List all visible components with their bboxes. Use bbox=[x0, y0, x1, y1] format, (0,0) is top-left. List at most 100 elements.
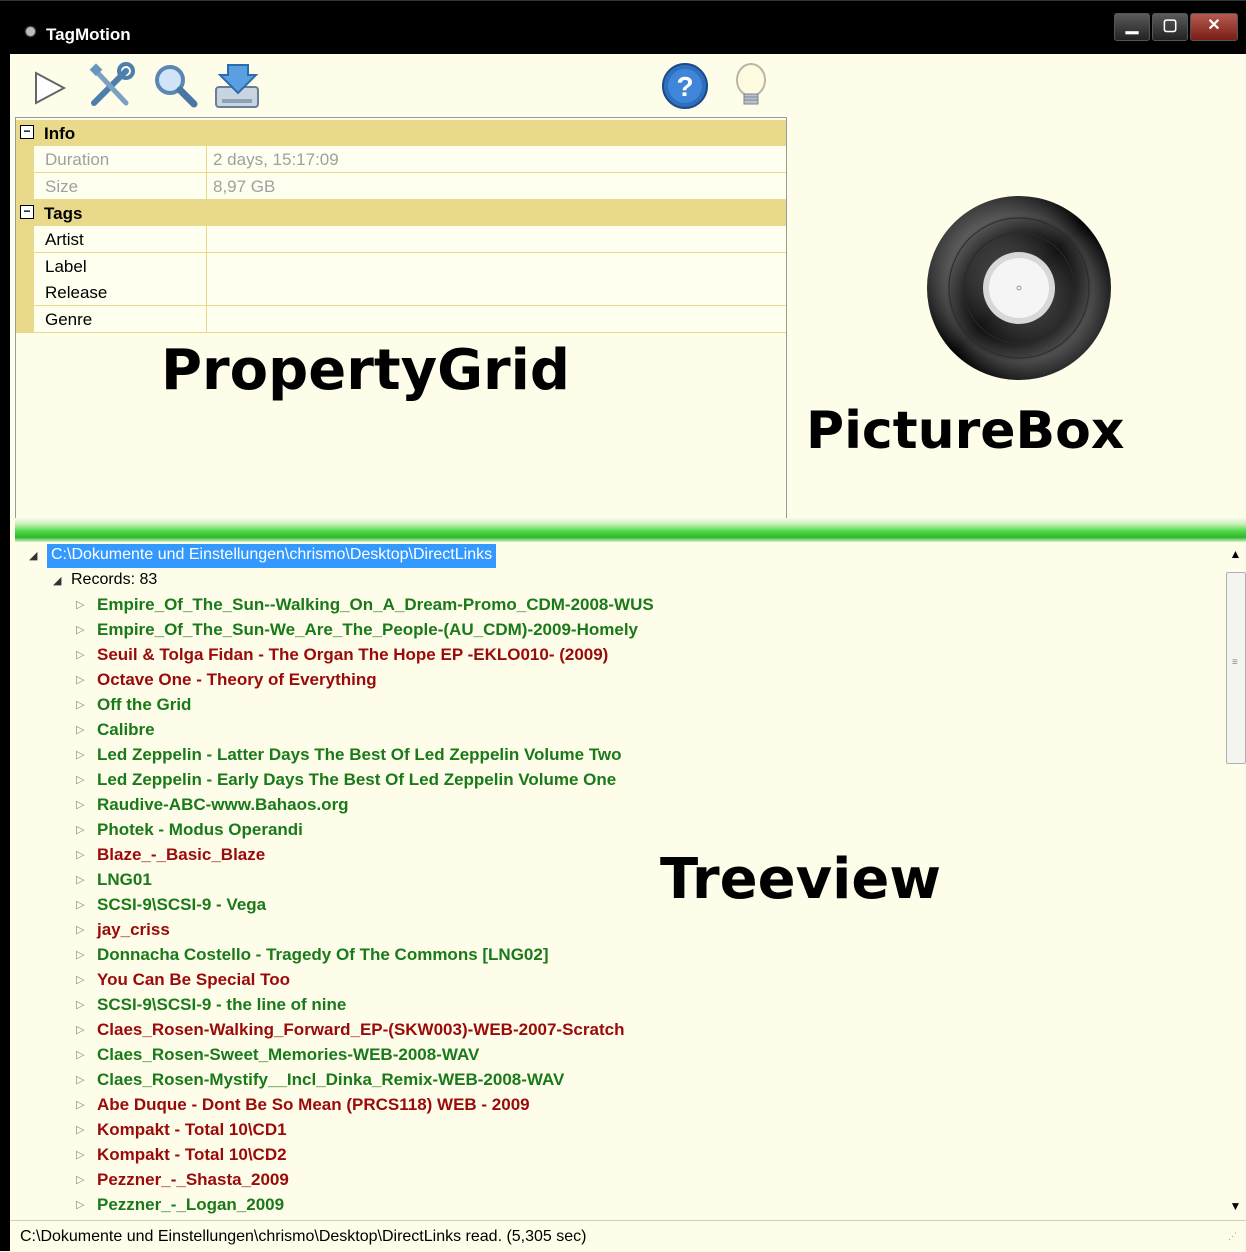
scroll-thumb[interactable]: ≡ bbox=[1226, 572, 1246, 764]
expand-arrow-icon[interactable]: ▷ bbox=[76, 1044, 84, 1066]
expand-arrow-icon[interactable]: ▷ bbox=[76, 969, 84, 991]
tree-item[interactable]: Empire_Of_The_Sun-We_Are_The_People-(AU_… bbox=[97, 619, 638, 641]
category-info[interactable]: − Info bbox=[16, 120, 786, 146]
property-row-label[interactable]: Label bbox=[16, 253, 786, 280]
expand-arrow-icon[interactable]: ▷ bbox=[76, 919, 84, 941]
expand-arrow-icon[interactable]: ▷ bbox=[76, 794, 84, 816]
settings-button[interactable] bbox=[86, 59, 136, 111]
expand-arrow-icon[interactable]: ▷ bbox=[76, 1194, 84, 1216]
tree-item[interactable]: Abe Duque - Dont Be So Mean (PRCS118) WE… bbox=[97, 1094, 530, 1116]
tree-item[interactable]: Donnacha Costello - Tragedy Of The Commo… bbox=[97, 944, 549, 966]
tree-item[interactable]: LNG01 bbox=[97, 869, 152, 891]
tree-item[interactable]: jay_criss bbox=[97, 919, 170, 941]
tree-item[interactable]: Raudive-ABC-www.Bahaos.org bbox=[97, 794, 349, 816]
collapse-arrow-icon[interactable]: ◢ bbox=[29, 549, 37, 562]
expand-arrow-icon[interactable]: ▷ bbox=[76, 619, 84, 641]
collapse-icon[interactable]: − bbox=[20, 205, 34, 219]
property-name: Size bbox=[45, 177, 79, 196]
play-button[interactable] bbox=[24, 59, 74, 111]
row-gutter bbox=[16, 306, 34, 332]
property-row-artist[interactable]: Artist bbox=[16, 226, 786, 253]
vinyl-record-image bbox=[927, 196, 1111, 380]
search-button[interactable] bbox=[150, 59, 200, 111]
expand-arrow-icon[interactable]: ▷ bbox=[76, 694, 84, 716]
expand-arrow-icon[interactable]: ▷ bbox=[76, 994, 84, 1016]
search-icon bbox=[155, 65, 198, 108]
tips-button[interactable] bbox=[726, 59, 776, 111]
row-gutter bbox=[16, 173, 34, 199]
tree-item[interactable]: SCSI-9\SCSI-9 - Vega bbox=[97, 894, 266, 916]
expand-arrow-icon[interactable]: ▷ bbox=[76, 644, 84, 666]
minimize-button[interactable]: ▁ bbox=[1114, 13, 1150, 41]
import-icon bbox=[215, 64, 259, 108]
property-row-genre[interactable]: Genre bbox=[16, 306, 786, 333]
tree-item[interactable]: Pezzner_-_Shasta_2009 bbox=[97, 1169, 289, 1191]
collapse-arrow-icon[interactable]: ◢ bbox=[53, 574, 61, 587]
collapse-icon[interactable]: − bbox=[20, 125, 34, 139]
resize-grip-icon[interactable]: ⋰ bbox=[1228, 1232, 1242, 1248]
maximize-button[interactable]: ▢ bbox=[1152, 13, 1188, 41]
records-node[interactable]: Records: 83 bbox=[71, 569, 157, 591]
title-bar[interactable]: TagMotion ▁ ▢ ✕ bbox=[0, 0, 1246, 55]
tree-item[interactable]: You Can Be Special Too bbox=[97, 969, 290, 991]
scroll-down-icon[interactable]: ▼ bbox=[1225, 1194, 1246, 1218]
tree-item[interactable]: Kompakt - Total 10\CD2 bbox=[97, 1144, 287, 1166]
expand-arrow-icon[interactable]: ▷ bbox=[76, 844, 84, 866]
tree-item[interactable]: Claes_Rosen-Mystify__Incl_Dinka_Remix-WE… bbox=[97, 1069, 564, 1091]
tree-item[interactable]: Led Zeppelin - Latter Days The Best Of L… bbox=[97, 744, 622, 766]
tree-item[interactable]: Led Zeppelin - Early Days The Best Of Le… bbox=[97, 769, 616, 791]
expand-arrow-icon[interactable]: ▷ bbox=[76, 1094, 84, 1116]
expand-arrow-icon[interactable]: ▷ bbox=[76, 1069, 84, 1091]
minimize-icon: ▁ bbox=[1125, 17, 1139, 34]
expand-arrow-icon[interactable]: ▷ bbox=[76, 819, 84, 841]
help-button[interactable]: ? bbox=[660, 59, 710, 111]
property-row-release[interactable]: Release bbox=[16, 279, 786, 306]
property-name: Duration bbox=[45, 150, 110, 169]
tree-item[interactable]: Calibre bbox=[97, 719, 155, 741]
app-icon bbox=[26, 27, 35, 36]
tree-item[interactable]: Octave One - Theory of Everything bbox=[97, 669, 377, 691]
play-icon bbox=[35, 71, 67, 105]
close-button[interactable]: ✕ bbox=[1190, 13, 1238, 41]
expand-arrow-icon[interactable]: ▷ bbox=[76, 869, 84, 891]
maximize-icon: ▢ bbox=[1162, 17, 1178, 34]
picture-box-caption: PictureBox bbox=[806, 401, 1125, 461]
tools-icon bbox=[89, 62, 135, 106]
expand-arrow-icon[interactable]: ▷ bbox=[76, 1144, 84, 1166]
import-button[interactable] bbox=[212, 59, 262, 111]
vertical-scrollbar[interactable]: ▲ ≡ ▼ bbox=[1225, 542, 1246, 1218]
tree-item[interactable]: Claes_Rosen-Sweet_Memories-WEB-2008-WAV bbox=[97, 1044, 479, 1066]
splitter[interactable] bbox=[15, 518, 1246, 542]
tree-item[interactable]: Pezzner_-_Logan_2009 bbox=[97, 1194, 284, 1216]
expand-arrow-icon[interactable]: ▷ bbox=[76, 719, 84, 741]
expand-arrow-icon[interactable]: ▷ bbox=[76, 894, 84, 916]
expand-arrow-icon[interactable]: ▷ bbox=[76, 1119, 84, 1141]
tree-item[interactable]: Seuil & Tolga Fidan - The Organ The Hope… bbox=[97, 644, 608, 666]
tree-root-node[interactable]: C:\Dokumente und Einstellungen\chrismo\D… bbox=[47, 544, 497, 568]
expand-arrow-icon[interactable]: ▷ bbox=[76, 1019, 84, 1041]
tree-item[interactable]: Empire_Of_The_Sun--Walking_On_A_Dream-Pr… bbox=[97, 594, 654, 616]
tree-item[interactable]: SCSI-9\SCSI-9 - the line of nine bbox=[97, 994, 346, 1016]
property-name: Label bbox=[45, 257, 87, 276]
scroll-up-icon[interactable]: ▲ bbox=[1225, 542, 1246, 566]
lightbulb-icon bbox=[736, 63, 766, 105]
property-row-duration[interactable]: Duration 2 days, 15:17:09 bbox=[16, 146, 786, 173]
tree-item[interactable]: Kompakt - Total 10\CD1 bbox=[97, 1119, 287, 1141]
category-label: Info bbox=[44, 124, 76, 143]
property-grid-caption: PropertyGrid bbox=[161, 338, 570, 403]
property-row-size[interactable]: Size 8,97 GB bbox=[16, 173, 786, 200]
expand-arrow-icon[interactable]: ▷ bbox=[76, 944, 84, 966]
expand-arrow-icon[interactable]: ▷ bbox=[76, 744, 84, 766]
expand-arrow-icon[interactable]: ▷ bbox=[76, 594, 84, 616]
tree-item[interactable]: Blaze_-_Basic_Blaze bbox=[97, 844, 265, 866]
window-controls: ▁ ▢ ✕ bbox=[1112, 13, 1238, 41]
column-divider bbox=[206, 306, 207, 332]
tree-item[interactable]: Off the Grid bbox=[97, 694, 191, 716]
category-tags[interactable]: − Tags bbox=[16, 200, 786, 226]
tree-item[interactable]: Photek - Modus Operandi bbox=[97, 819, 303, 841]
tree-item[interactable]: Claes_Rosen-Walking_Forward_EP-(SKW003)-… bbox=[97, 1019, 624, 1041]
expand-arrow-icon[interactable]: ▷ bbox=[76, 669, 84, 691]
expand-arrow-icon[interactable]: ▷ bbox=[76, 769, 84, 791]
expand-arrow-icon[interactable]: ▷ bbox=[76, 1169, 84, 1191]
app-window: TagMotion ▁ ▢ ✕ ? − Info Duration 2 days… bbox=[0, 0, 1246, 1252]
